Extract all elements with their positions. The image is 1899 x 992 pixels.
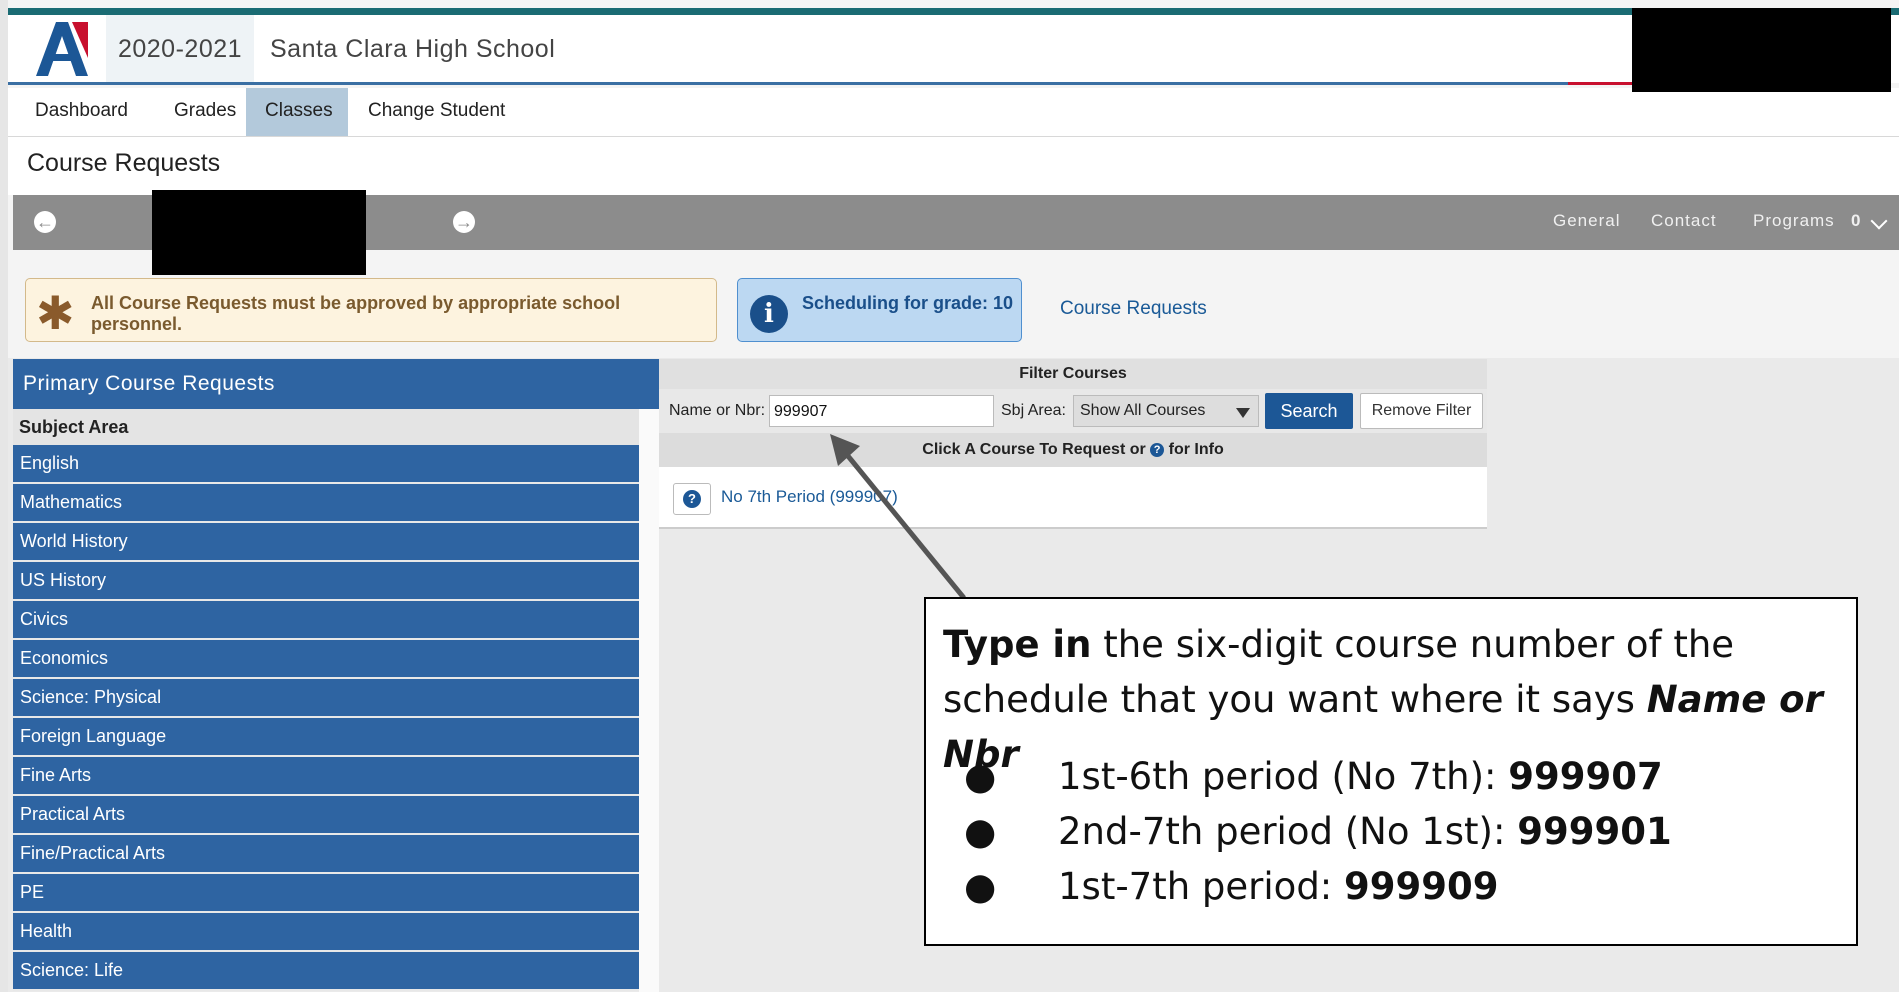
callout-arrow	[830, 434, 966, 600]
subject-practical-arts[interactable]: Practical Arts	[13, 796, 639, 835]
nav-dashboard[interactable]: Dashboard	[15, 88, 148, 136]
asterisk-icon: ✱	[36, 287, 75, 339]
sbj-area-label: Sbj Area:	[1001, 402, 1066, 419]
instruction-callout: Type in the six-digit course number of t…	[924, 597, 1858, 946]
search-button[interactable]: Search	[1265, 393, 1353, 429]
student-bar-programs[interactable]: Programs	[1753, 211, 1835, 231]
prev-student-arrow-icon[interactable]: ←	[34, 211, 56, 233]
page-title: Course Requests	[27, 149, 221, 177]
subject-area-header: Subject Area	[13, 409, 639, 445]
bullet-icon: ●	[964, 865, 997, 908]
scheduling-grade-text: Scheduling for grade: 10	[802, 293, 1014, 313]
question-icon: ?	[683, 490, 701, 508]
nav-change-student[interactable]: Change Student	[348, 88, 525, 136]
nav-grades[interactable]: Grades	[154, 88, 256, 136]
info-icon: i	[750, 295, 788, 333]
subject-foreign-language[interactable]: Foreign Language	[13, 718, 639, 757]
student-bar-contact[interactable]: Contact	[1651, 211, 1717, 231]
subject-fine-arts[interactable]: Fine Arts	[13, 757, 639, 796]
subject-economics[interactable]: Economics	[13, 640, 639, 679]
school-name[interactable]: Santa Clara High School	[270, 15, 555, 83]
school-year[interactable]: 2020-2021	[106, 15, 254, 83]
subject-us-history[interactable]: US History	[13, 562, 639, 601]
main-nav: Dashboard Grades Classes Change Student	[8, 88, 1899, 137]
student-bar-general[interactable]: General	[1553, 211, 1620, 231]
redacted-user-info	[1632, 8, 1891, 92]
scheduling-info: i Scheduling for grade: 10	[737, 278, 1022, 342]
aeries-logo[interactable]	[28, 18, 94, 80]
header-divider	[8, 82, 1568, 85]
app-header: 2020-2021 Santa Clara High School	[8, 15, 1899, 83]
subject-english[interactable]: English	[13, 445, 639, 484]
period-code: 999901	[1517, 810, 1672, 853]
sbj-area-value: Show All Courses	[1080, 402, 1206, 419]
subject-area-list: English Mathematics World History US His…	[13, 445, 639, 991]
course-requests-link[interactable]: Course Requests	[1060, 298, 1207, 320]
list-gutter	[639, 409, 659, 992]
subject-health[interactable]: Health	[13, 913, 639, 952]
remove-filter-button[interactable]: Remove Filter	[1360, 393, 1483, 429]
filter-title: Filter Courses	[659, 359, 1487, 389]
primary-requests-header: Primary Course Requests	[13, 359, 659, 409]
hint-text-end: for Info	[1168, 441, 1224, 458]
sbj-area-select[interactable]: Show All Courses	[1073, 395, 1259, 427]
redacted-student-name	[152, 190, 366, 275]
notice-text: All Course Requests must be approved by …	[91, 293, 621, 334]
click-course-hint: Click A Course To Request or ? for Info	[659, 433, 1487, 467]
question-icon: ?	[1150, 443, 1165, 457]
nav-classes[interactable]: Classes	[246, 88, 348, 136]
period-code: 999907	[1508, 755, 1663, 798]
filter-courses-panel: Filter Courses Name or Nbr: 999907 Sbj A…	[659, 359, 1487, 529]
period-desc: 1st-7th period:	[1058, 865, 1345, 908]
subject-pe[interactable]: PE	[13, 874, 639, 913]
subject-science-physical[interactable]: Science: Physical	[13, 679, 639, 718]
subject-civics[interactable]: Civics	[13, 601, 639, 640]
subject-world-history[interactable]: World History	[13, 523, 639, 562]
chevron-down-icon[interactable]	[1870, 212, 1888, 230]
callout-bold: Type in	[943, 623, 1092, 666]
name-or-nbr-label: Name or Nbr:	[669, 402, 766, 419]
bullet-icon: ●	[964, 810, 997, 853]
title-bar: Course Requests	[8, 137, 1899, 195]
subject-mathematics[interactable]: Mathematics	[13, 484, 639, 523]
period-code: 999909	[1344, 865, 1499, 908]
dropdown-arrow-icon	[1236, 408, 1250, 418]
bullet-icon: ●	[964, 755, 997, 798]
subject-science-life[interactable]: Science: Life	[13, 952, 639, 991]
top-color-strip	[8, 8, 1899, 15]
approval-notice: ✱ All Course Requests must be approved b…	[25, 278, 717, 342]
filter-row: Name or Nbr: 999907 Sbj Area: Show All C…	[659, 389, 1487, 433]
app-page: 2020-2021 Santa Clara High School Dashbo…	[8, 0, 1899, 992]
next-student-arrow-icon[interactable]: →	[453, 211, 475, 233]
programs-count: 0	[1851, 211, 1862, 230]
period-desc: 1st-6th period (No 7th):	[1058, 755, 1509, 798]
period-desc: 2nd-7th period (No 1st):	[1058, 810, 1518, 853]
course-info-button[interactable]: ?	[673, 483, 711, 515]
subject-fine-practical-arts[interactable]: Fine/Practical Arts	[13, 835, 639, 874]
course-result-row: ? No 7th Period (999907)	[659, 467, 1487, 529]
